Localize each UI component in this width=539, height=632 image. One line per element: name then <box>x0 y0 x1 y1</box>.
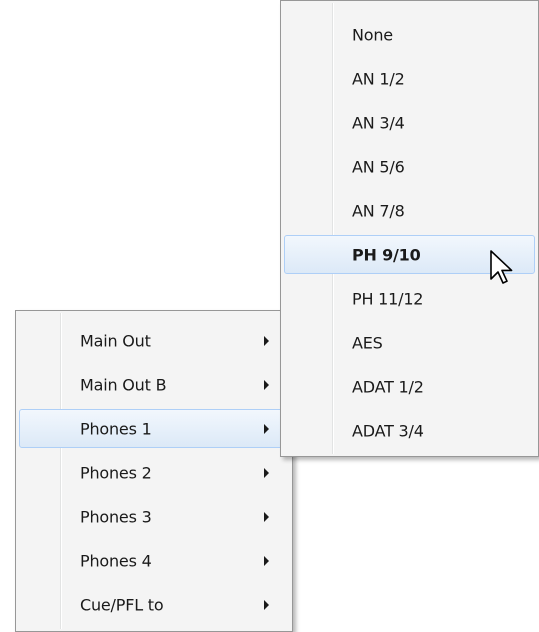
chevron-right-icon <box>264 335 269 346</box>
output-context-menu: Main Out Main Out B Phones 1 Phones 2 Ph… <box>15 310 293 632</box>
submenu-item-none[interactable]: None <box>284 15 535 54</box>
chevron-right-icon <box>264 555 269 566</box>
submenu-item-label: AN 7/8 <box>352 201 405 220</box>
menu-item-label: Phones 2 <box>80 463 152 482</box>
menu-item-cue-pfl-to[interactable]: Cue/PFL to <box>19 585 289 624</box>
output-channel-submenu: None AN 1/2 AN 3/4 AN 5/6 AN 7/8 PH 9/10… <box>280 0 539 457</box>
submenu-item-label: PH 9/10 <box>352 245 421 264</box>
menu-item-label: Phones 1 <box>80 419 152 438</box>
submenu-item-adat-1-2[interactable]: ADAT 1/2 <box>284 367 535 406</box>
menu-item-label: Main Out <box>80 331 151 350</box>
submenu-item-label: AN 1/2 <box>352 69 405 88</box>
menu-item-main-out[interactable]: Main Out <box>19 321 289 360</box>
menu-item-phones-2[interactable]: Phones 2 <box>19 453 289 492</box>
chevron-right-icon <box>264 511 269 522</box>
submenu-item-adat-3-4[interactable]: ADAT 3/4 <box>284 411 535 450</box>
submenu-item-label: PH 11/12 <box>352 289 424 308</box>
submenu-item-an-7-8[interactable]: AN 7/8 <box>284 191 535 230</box>
submenu-item-label: AN 5/6 <box>352 157 405 176</box>
submenu-item-an-1-2[interactable]: AN 1/2 <box>284 59 535 98</box>
menu-item-label: Phones 3 <box>80 507 152 526</box>
submenu-item-label: ADAT 1/2 <box>352 377 424 396</box>
submenu-item-aes[interactable]: AES <box>284 323 535 362</box>
chevron-right-icon <box>264 423 269 434</box>
menu-item-phones-3[interactable]: Phones 3 <box>19 497 289 536</box>
chevron-right-icon <box>264 379 269 390</box>
submenu-item-an-3-4[interactable]: AN 3/4 <box>284 103 535 142</box>
menu-item-main-out-b[interactable]: Main Out B <box>19 365 289 404</box>
menu-item-phones-1[interactable]: Phones 1 <box>19 409 289 448</box>
submenu-item-label: None <box>352 25 393 44</box>
submenu-item-label: AES <box>352 333 383 352</box>
submenu-item-label: ADAT 3/4 <box>352 421 424 440</box>
menu-item-label: Main Out B <box>80 375 167 394</box>
chevron-right-icon <box>264 599 269 610</box>
menu-item-label: Phones 4 <box>80 551 152 570</box>
submenu-item-an-5-6[interactable]: AN 5/6 <box>284 147 535 186</box>
submenu-item-label: AN 3/4 <box>352 113 405 132</box>
menu-item-phones-4[interactable]: Phones 4 <box>19 541 289 580</box>
chevron-right-icon <box>264 467 269 478</box>
menu-item-label: Cue/PFL to <box>80 595 164 614</box>
mouse-pointer-icon <box>490 250 513 284</box>
